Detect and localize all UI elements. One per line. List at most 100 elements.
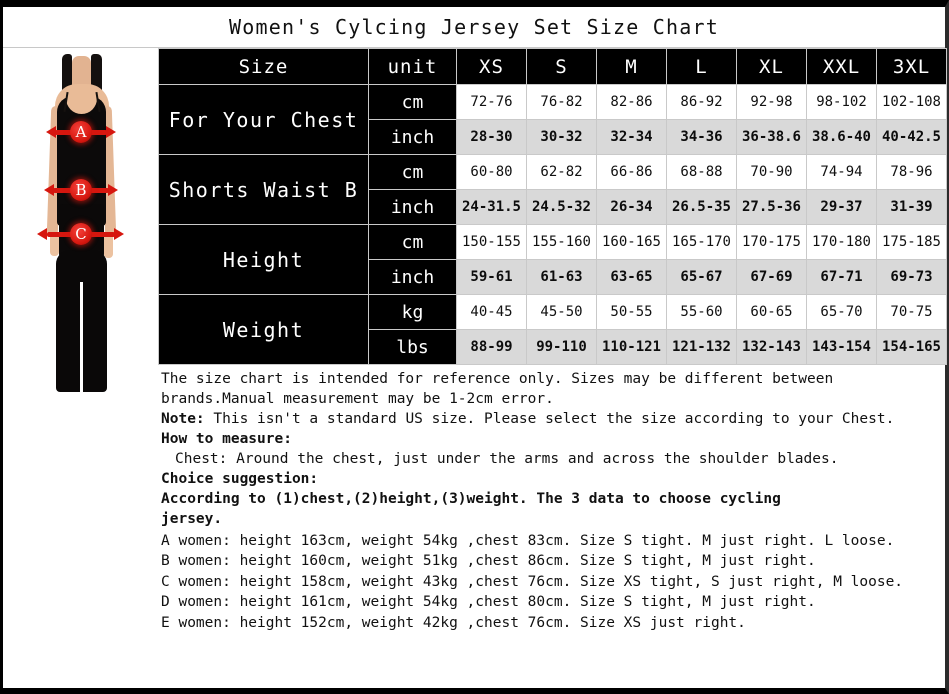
header-unit: unit (368, 48, 457, 85)
note-label: Note: (161, 411, 205, 427)
cell-weight-lbs-xxl: 143-154 (806, 329, 877, 365)
cell-height-cm-m: 160-165 (596, 224, 667, 260)
arrow-head-a-right (106, 126, 116, 138)
list-item: A women: height 163cm, weight 54kg ,ches… (161, 533, 895, 549)
choice-line-1: According to (1)chest,(2)height,(3)weigh… (161, 491, 781, 507)
row-label-height: Height (158, 224, 369, 295)
example-women-list: A women: height 163cm, weight 54kg ,ches… (161, 531, 943, 633)
row-label-weight: Weight (158, 294, 369, 365)
list-item: C women: height 158cm, weight 43kg ,ches… (161, 573, 904, 590)
hand-right (104, 234, 113, 258)
unit-height-cm: cm (368, 224, 457, 260)
cell-waist-inch-xl: 27.5-36 (736, 189, 807, 225)
cell-weight-kg-xxl: 65-70 (806, 294, 877, 330)
how-to-measure-label: How to measure: (161, 431, 292, 447)
cell-chest-cm-3xl: 102-108 (876, 84, 947, 120)
chart-title-bar: Women's Cylcing Jersey Set Size Chart (3, 7, 945, 48)
header-3xl: 3XL (876, 48, 947, 85)
header-xxl: XXL (806, 48, 877, 85)
header-xs: XS (456, 48, 527, 85)
table-row: Height cm 150-155 155-160 160-165 165-17… (158, 224, 947, 295)
cell-chest-cm-l: 86-92 (666, 84, 737, 120)
cell-waist-inch-l: 26.5-35 (666, 189, 737, 225)
cell-height-cm-xxl: 170-180 (806, 224, 877, 260)
arrow-head-c-left (37, 228, 47, 240)
header-l: L (666, 48, 737, 85)
unit-height-inch: inch (368, 259, 457, 295)
unit-chest-cm: cm (368, 84, 457, 120)
cell-chest-inch-xs: 28-30 (456, 119, 527, 155)
cell-chest-inch-xxl: 38.6-40 (806, 119, 877, 155)
cell-height-cm-xs: 150-155 (456, 224, 527, 260)
cell-weight-lbs-3xl: 154-165 (876, 329, 947, 365)
cell-chest-inch-s: 30-32 (526, 119, 597, 155)
notes-section: The size chart is intended for reference… (161, 369, 943, 633)
cell-height-cm-xl: 170-175 (736, 224, 807, 260)
cell-height-inch-xs: 59-61 (456, 259, 527, 295)
unit-waist-inch: inch (368, 189, 457, 225)
table-header-row: Size unit XS S M L XL XXL 3XL (158, 48, 947, 85)
arrow-head-b-right (108, 184, 118, 196)
cell-chest-cm-s: 76-82 (526, 84, 597, 120)
cell-waist-cm-xs: 60-80 (456, 154, 527, 190)
cell-waist-cm-xl: 70-90 (736, 154, 807, 190)
table-row: Weight kg 40-45 45-50 50-55 55-60 60-65 … (158, 294, 947, 365)
cell-height-cm-s: 155-160 (526, 224, 597, 260)
cell-height-inch-m: 63-65 (596, 259, 667, 295)
cell-weight-kg-xl: 60-65 (736, 294, 807, 330)
cell-weight-kg-xs: 40-45 (456, 294, 527, 330)
unit-weight-lbs: lbs (368, 329, 457, 365)
cell-weight-lbs-xs: 88-99 (456, 329, 527, 365)
arrow-head-a-left (46, 126, 56, 138)
cell-chest-cm-xl: 92-98 (736, 84, 807, 120)
disclaimer-line-1: The size chart is intended for reference… (161, 371, 834, 387)
cell-height-inch-s: 61-63 (526, 259, 597, 295)
table-row: Shorts Waist B cm 60-80 62-82 66-86 68-8… (158, 154, 947, 225)
cell-chest-inch-3xl: 40-42.5 (876, 119, 947, 155)
list-item: D women: height 161cm, weight 54kg ,ches… (161, 594, 816, 611)
cell-waist-inch-s: 24.5-32 (526, 189, 597, 225)
leg-gap (80, 282, 83, 392)
header-m: M (596, 48, 667, 85)
cell-weight-lbs-s: 99-110 (526, 329, 597, 365)
cell-chest-inch-xl: 36-38.6 (736, 119, 807, 155)
list-item: E women: height 152cm, weight 42kg ,ches… (161, 614, 746, 631)
cell-chest-inch-m: 32-34 (596, 119, 667, 155)
cell-chest-cm-m: 82-86 (596, 84, 667, 120)
cell-height-inch-3xl: 69-73 (876, 259, 947, 295)
page-title: Women's Cylcing Jersey Set Size Chart (229, 15, 719, 39)
unit-chest-inch: inch (368, 119, 457, 155)
how-to-measure-text: Chest: Around the chest, just under the … (175, 451, 839, 467)
size-table: Size unit XS S M L XL XXL 3XL For Your C… (158, 48, 947, 365)
woman-figure-illustration: A B C (31, 54, 131, 392)
cell-weight-lbs-m: 110-121 (596, 329, 667, 365)
size-table-container: Size unit XS S M L XL XXL 3XL For Your C… (158, 48, 947, 365)
cell-height-cm-3xl: 175-185 (876, 224, 947, 260)
cell-waist-cm-xxl: 74-94 (806, 154, 877, 190)
note-paragraph: Note: This isn't a standard US size. Ple… (161, 409, 943, 429)
header-xl: XL (736, 48, 807, 85)
arrow-head-c-right (114, 228, 124, 240)
cell-waist-cm-3xl: 78-96 (876, 154, 947, 190)
cell-weight-kg-l: 55-60 (666, 294, 737, 330)
list-item: B women: height 160cm, weight 51kg ,ches… (161, 553, 816, 570)
measurement-photo-panel: A B C (3, 48, 158, 393)
cell-weight-kg-s: 45-50 (526, 294, 597, 330)
table-row: For Your Chest cm 72-76 76-82 82-86 86-9… (158, 84, 947, 155)
arrow-head-b-left (44, 184, 54, 196)
cell-weight-lbs-xl: 132-143 (736, 329, 807, 365)
cell-waist-cm-l: 68-88 (666, 154, 737, 190)
cell-weight-lbs-l: 121-132 (666, 329, 737, 365)
cell-waist-cm-m: 66-86 (596, 154, 667, 190)
cell-chest-inch-l: 34-36 (666, 119, 737, 155)
choice-line-2: jersey. (161, 511, 223, 527)
cell-weight-kg-m: 50-55 (596, 294, 667, 330)
cell-waist-inch-xs: 24-31.5 (456, 189, 527, 225)
cell-waist-inch-m: 26-34 (596, 189, 667, 225)
cell-waist-cm-s: 62-82 (526, 154, 597, 190)
cell-waist-inch-xxl: 29-37 (806, 189, 877, 225)
cell-height-inch-xl: 67-69 (736, 259, 807, 295)
row-label-chest: For Your Chest (158, 84, 369, 155)
marker-a: A (70, 121, 92, 143)
cell-chest-cm-xs: 72-76 (456, 84, 527, 120)
